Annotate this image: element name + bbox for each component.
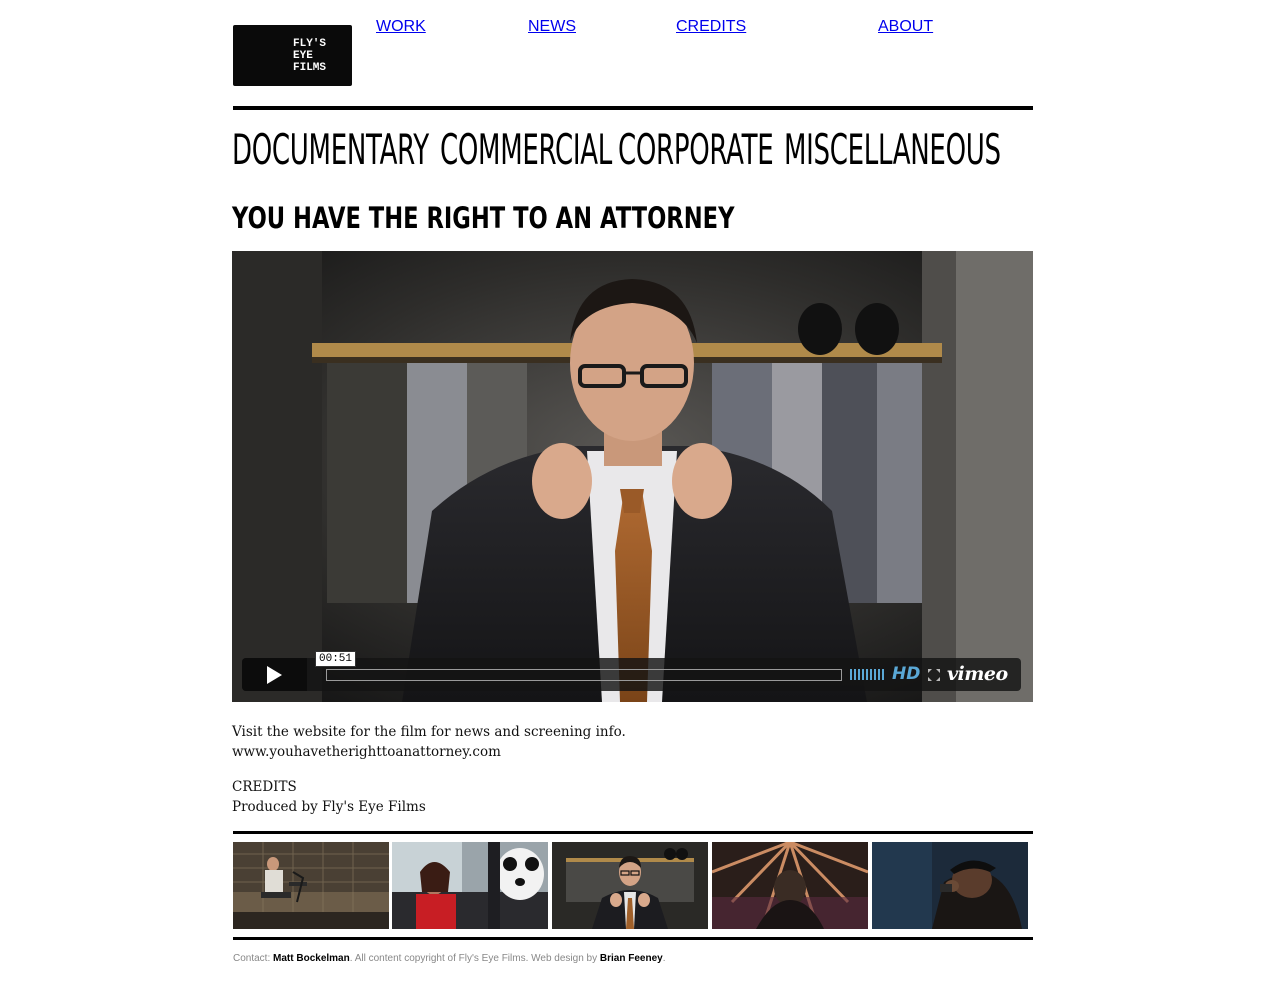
- contact-label: Contact:: [233, 953, 271, 964]
- contact-link[interactable]: Matt Bockelman: [273, 953, 350, 964]
- vimeo-logo[interactable]: vimeo: [947, 662, 1008, 686]
- nav-credits[interactable]: CREDITS: [676, 18, 746, 36]
- video-player[interactable]: 00:51 HD vimeo: [232, 251, 1033, 702]
- main-nav: WORK NEWS CREDITS ABOUT: [376, 18, 1036, 98]
- category-miscellaneous[interactable]: MISCELLANEOUS: [784, 124, 1001, 176]
- thumbnail-3[interactable]: [552, 842, 708, 929]
- copyright-text: . All content copyright of Fly's Eye Fil…: [349, 953, 598, 964]
- volume-icon[interactable]: [850, 668, 884, 681]
- page-title: YOU HAVE THE RIGHT TO AN ATTORNEY: [232, 201, 735, 235]
- nav-news[interactable]: NEWS: [528, 18, 576, 36]
- footer: Contact: Matt Bockelman. All content cop…: [233, 952, 665, 965]
- credits-heading: CREDITS: [232, 779, 297, 795]
- film-website-link[interactable]: www.youhavetherighttoanattorney.com: [232, 742, 626, 762]
- designer-link[interactable]: Brian Feeney: [600, 953, 663, 964]
- logo[interactable]: FLY'S EYE FILMS: [233, 25, 352, 86]
- footer-end: .: [662, 953, 666, 964]
- header-divider: [233, 106, 1033, 110]
- category-documentary[interactable]: DOCUMENTARY: [232, 124, 429, 176]
- progress-bar[interactable]: [326, 669, 842, 681]
- thumbnail-strip: [233, 842, 1033, 929]
- category-commercial[interactable]: COMMERCIAL: [440, 124, 612, 176]
- footer-divider: [233, 937, 1033, 940]
- hd-toggle[interactable]: HD: [892, 663, 920, 685]
- play-button[interactable]: [242, 658, 307, 691]
- thumbnail-2[interactable]: [392, 842, 548, 929]
- play-icon: [267, 666, 282, 684]
- video-description: Visit the website for the film for news …: [232, 722, 626, 762]
- fullscreen-icon[interactable]: [928, 669, 940, 681]
- timecode: 00:51: [315, 651, 357, 667]
- description-line: Visit the website for the film for news …: [232, 724, 626, 740]
- nav-work[interactable]: WORK: [376, 18, 426, 36]
- thumbnail-4[interactable]: [712, 842, 868, 929]
- credits-section: CREDITS Produced by Fly's Eye Films: [232, 777, 426, 817]
- thumbs-top-divider: [233, 831, 1033, 834]
- category-corporate[interactable]: CORPORATE: [618, 124, 774, 176]
- video-frame: [232, 251, 1033, 702]
- thumbnail-1[interactable]: [233, 842, 389, 929]
- category-nav: DOCUMENTARY COMMERCIAL CORPORATE MISCELL…: [232, 124, 1032, 176]
- logo-text: FLY'S EYE FILMS: [293, 38, 327, 74]
- credits-line: Produced by Fly's Eye Films: [232, 799, 426, 815]
- player-controls: 00:51 HD vimeo: [242, 651, 1021, 691]
- thumbnail-5[interactable]: [872, 842, 1028, 929]
- nav-about[interactable]: ABOUT: [878, 18, 933, 36]
